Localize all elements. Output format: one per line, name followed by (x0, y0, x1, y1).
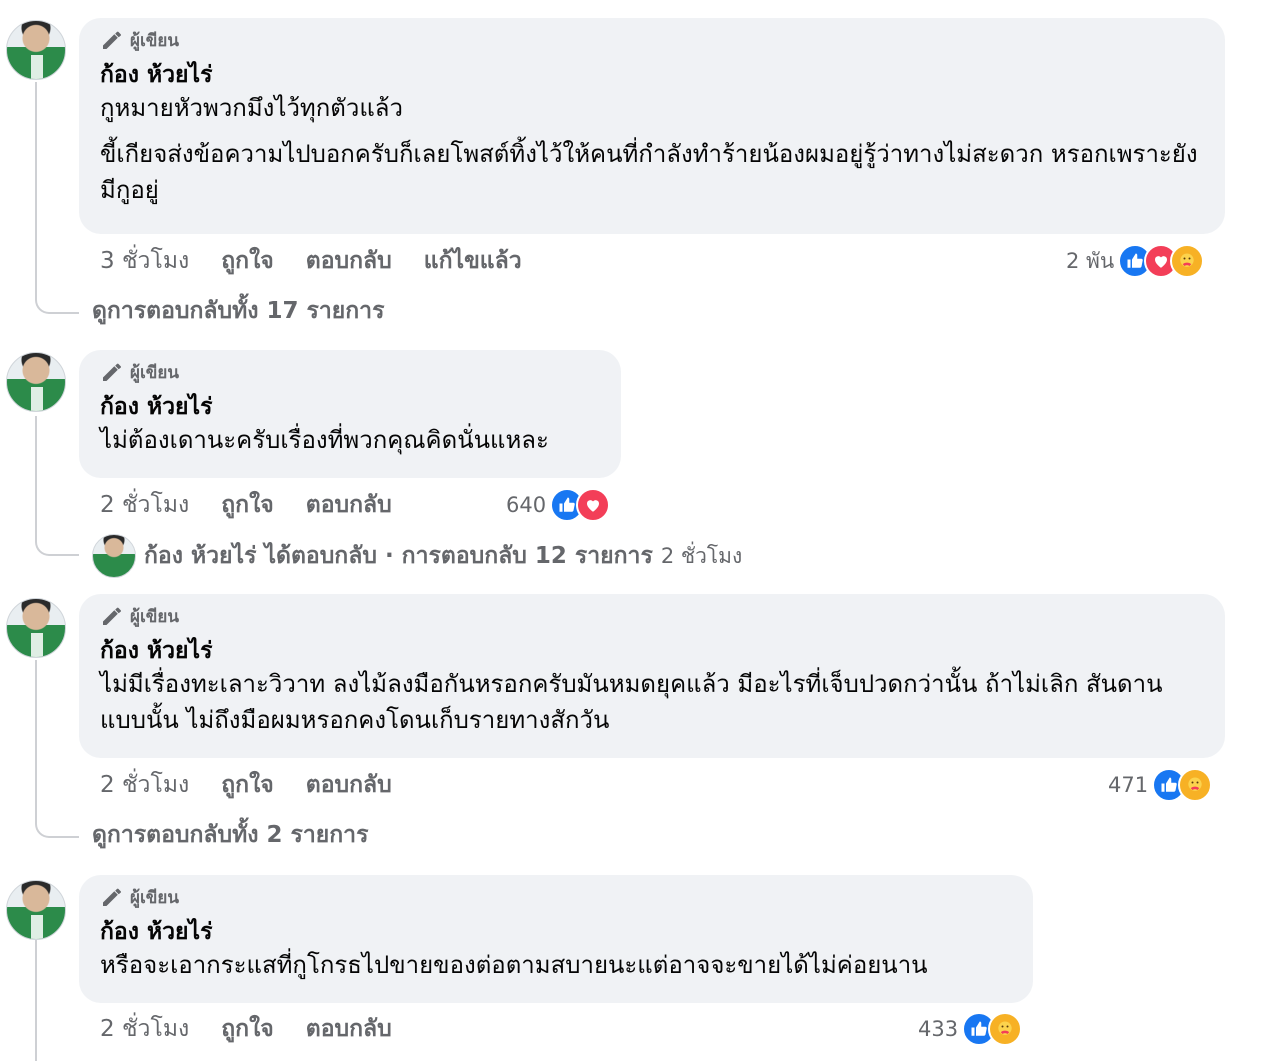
author-badge: ผู้เขียน (100, 604, 1205, 628)
comment-text: ไม่ต้องเดานะครับเรื่องที่พวกคุณคิดนั่นแห… (100, 426, 549, 454)
comment-bubble: ผู้เขียน ก้อง ห้วยไร่ หรือจะเอากระแสที่ก… (79, 875, 1033, 1003)
like-button[interactable]: ถูกใจ (221, 487, 274, 523)
thread-curve (35, 292, 79, 314)
author-badge: ผู้เขียน (100, 885, 1013, 909)
thread-line (35, 82, 37, 292)
reaction-count: 2 พัน (1066, 248, 1115, 273)
commenter-name[interactable]: ก้อง ห้วยไร่ (100, 636, 1205, 666)
timestamp[interactable]: 2 ชั่วโมง (100, 487, 189, 523)
reply-button[interactable]: ตอบกลับ (306, 487, 392, 523)
view-replies-link[interactable]: ดูการตอบกลับทั้ง 17 รายการ (92, 294, 384, 328)
thread-line (35, 940, 37, 1061)
avatar[interactable] (6, 880, 66, 940)
comment-bubble: ผู้เขียน ก้อง ห้วยไร่ ไม่มีเรื่องทะเลาะว… (79, 594, 1225, 758)
reply-button[interactable]: ตอบกลับ (306, 1011, 392, 1047)
comment-text: ไม่มีเรื่องทะเลาะวิวาท ลงไม้ลงมือกันหรอก… (100, 670, 1163, 734)
care-icon (1178, 768, 1213, 802)
comment-bubble: ผู้เขียน ก้อง ห้วยไร่ กูหมายหัวพวกมึงไว้… (79, 18, 1225, 234)
comment-actions: 2 ชั่วโมง ถูกใจ ตอบกลับ (100, 768, 392, 802)
like-button[interactable]: ถูกใจ (221, 1011, 274, 1047)
timestamp[interactable]: 3 ชั่วโมง (100, 243, 189, 279)
reaction-count: 471 (1108, 773, 1149, 797)
pencil-icon (103, 888, 121, 906)
commenter-name[interactable]: ก้อง ห้วยไร่ (100, 392, 601, 422)
author-badge: ผู้เขียน (100, 360, 601, 384)
reaction-count: 433 (918, 1017, 959, 1041)
commenter-name[interactable]: ก้อง ห้วยไร่ (100, 60, 1205, 90)
love-icon (576, 488, 611, 522)
reaction-summary[interactable]: 433 (918, 1012, 1023, 1046)
author-badge-label: ผู้เขียน (130, 606, 179, 627)
thread-line (35, 416, 37, 534)
avatar[interactable] (6, 598, 66, 658)
like-button[interactable]: ถูกใจ (221, 767, 274, 803)
author-badge-label: ผู้เขียน (130, 887, 179, 908)
reply-button[interactable]: ตอบกลับ (306, 243, 392, 279)
care-icon (988, 1012, 1023, 1046)
comment-text: หรือจะเอากระแสที่กูโกรธไปขายของต่อตามสบา… (100, 951, 928, 979)
reaction-summary[interactable]: 471 (1108, 768, 1213, 802)
reply-summary-text: ก้อง ห้วยไร่ ได้ตอบกลับ · การตอบกลับ 12 … (144, 543, 653, 569)
edited-label: แก้ไขแล้ว (423, 248, 522, 274)
reaction-count: 640 (506, 493, 547, 517)
comment-actions: 2 ชั่วโมง ถูกใจ ตอบกลับ (100, 1012, 392, 1046)
avatar (92, 534, 136, 578)
thread-curve (35, 816, 79, 838)
comment-bubble: ผู้เขียน ก้อง ห้วยไร่ ไม่ต้องเดานะครับเร… (79, 350, 621, 478)
comment-text: กูหมายหัวพวกมึงไว้ทุกตัวแล้ว (100, 94, 403, 122)
pencil-icon (103, 363, 121, 381)
comment-actions: 2 ชั่วโมง ถูกใจ ตอบกลับ (100, 488, 392, 522)
author-badge-label: ผู้เขียน (130, 362, 179, 383)
thread-line (35, 660, 37, 818)
pencil-icon (103, 607, 121, 625)
author-badge-label: ผู้เขียน (130, 30, 179, 51)
reply-summary-time: 2 ชั่วโมง (660, 543, 743, 568)
care-icon (1170, 244, 1205, 278)
like-button[interactable]: ถูกใจ (221, 243, 274, 279)
author-badge: ผู้เขียน (100, 28, 1205, 52)
timestamp[interactable]: 2 ชั่วโมง (100, 1011, 189, 1047)
view-replies-link[interactable]: ดูการตอบกลับทั้ง 2 รายการ (92, 818, 368, 852)
avatar[interactable] (6, 20, 66, 80)
timestamp[interactable]: 2 ชั่วโมง (100, 767, 189, 803)
thread-curve (35, 534, 79, 556)
reaction-summary[interactable]: 640 (506, 488, 611, 522)
pencil-icon (103, 31, 121, 49)
reaction-summary[interactable]: 2 พัน (1066, 244, 1205, 278)
reply-button[interactable]: ตอบกลับ (306, 767, 392, 803)
reply-summary[interactable]: ก้อง ห้วยไร่ ได้ตอบกลับ · การตอบกลับ 12 … (92, 534, 742, 578)
comment-text: ขี้เกียจส่งข้อความไปบอกครับก็เลยโพสต์ทิ้… (100, 140, 1198, 204)
avatar[interactable] (6, 352, 66, 412)
comment-actions: 3 ชั่วโมง ถูกใจ ตอบกลับ แก้ไขแล้ว (100, 244, 522, 278)
commenter-name[interactable]: ก้อง ห้วยไร่ (100, 917, 1013, 947)
